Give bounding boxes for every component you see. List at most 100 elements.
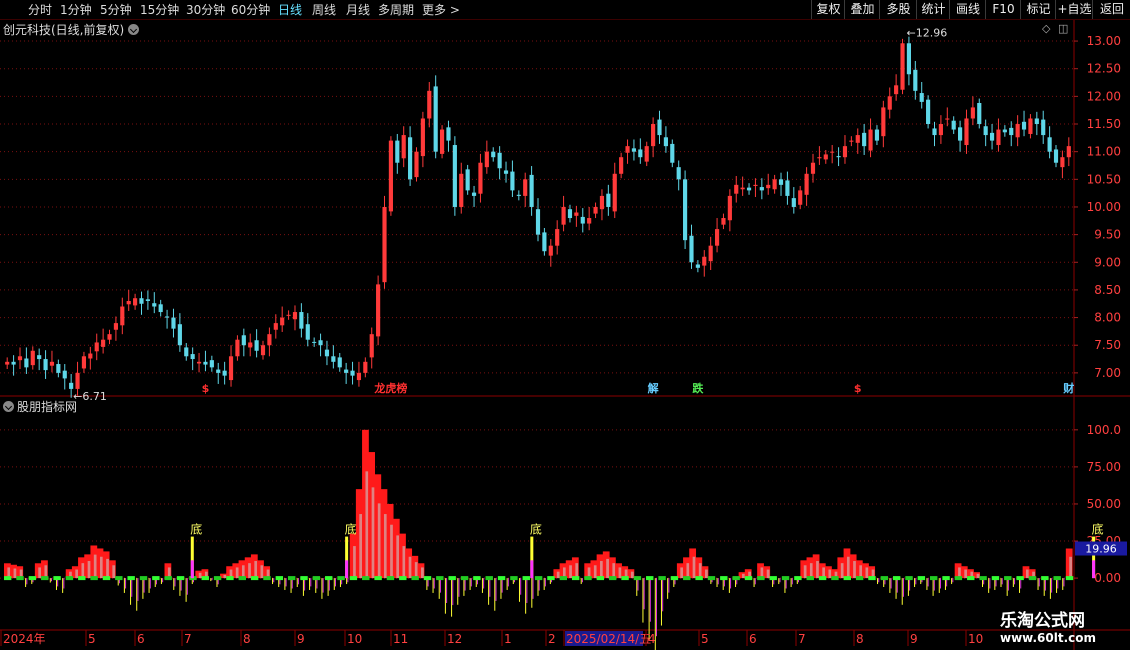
candle-body	[318, 340, 323, 346]
shade-bar	[1069, 556, 1072, 579]
y-tick-label: 9.00	[1094, 255, 1121, 269]
candle-body	[951, 120, 956, 130]
candle-body	[567, 209, 573, 219]
main-chart-title[interactable]: 创元科技(日线,前复权)	[3, 21, 140, 38]
shade-bar	[600, 561, 603, 579]
shade-bar	[414, 562, 418, 579]
candle-body	[714, 229, 720, 246]
event-marker: 解	[648, 381, 659, 395]
candle-body	[280, 317, 285, 326]
candle-body	[964, 118, 969, 146]
candle-body	[810, 162, 816, 174]
shade-bar	[353, 546, 356, 579]
candle-body	[459, 173, 464, 207]
candle-body	[497, 152, 502, 169]
candle-body	[919, 93, 924, 102]
zero-dash	[1028, 576, 1037, 581]
zero-dash	[695, 576, 703, 581]
candle-body	[996, 129, 1001, 146]
candle-body	[561, 206, 566, 225]
zero-dash	[349, 576, 358, 581]
candle-body	[516, 194, 521, 196]
shade-bar	[13, 568, 17, 579]
chevron-down-icon[interactable]	[3, 401, 14, 412]
candle-body	[312, 341, 317, 343]
shade-bar	[846, 556, 850, 579]
zero-dash	[720, 576, 728, 581]
zero-dash	[571, 576, 580, 581]
panel-toggle-icon[interactable]: ◫	[1058, 22, 1068, 35]
zero-dash	[584, 576, 592, 581]
shade-bar	[254, 561, 258, 579]
candle-body	[491, 151, 496, 158]
y-tick-label: 50.00	[1087, 497, 1121, 511]
zero-dash	[127, 576, 135, 581]
shade-bar	[260, 565, 264, 579]
zero-dash	[139, 576, 148, 581]
candle-body	[855, 135, 860, 143]
diamond-icon[interactable]: ◇	[1042, 22, 1050, 35]
candle-body	[1002, 129, 1007, 133]
candle-body	[503, 170, 509, 174]
candle-body	[363, 361, 368, 373]
candle-body	[1028, 118, 1033, 134]
zero-dash	[855, 576, 864, 581]
candle-body	[152, 303, 157, 307]
candle-body	[548, 245, 553, 256]
candle-body	[62, 370, 67, 379]
candle-body	[196, 361, 202, 364]
candle-body	[414, 151, 419, 178]
candle-body	[164, 316, 170, 318]
candle-body	[542, 232, 547, 252]
candle-body	[248, 342, 253, 348]
zero-dash	[559, 576, 568, 581]
candle-body	[382, 206, 387, 283]
x-tick-label: 12	[447, 632, 462, 646]
candle-body	[478, 162, 483, 194]
x-tick-label: 10	[968, 632, 983, 646]
zero-dash	[646, 576, 654, 581]
zero-dash	[892, 576, 901, 581]
candle-body	[376, 284, 381, 337]
candle-body	[593, 206, 598, 214]
zero-dash	[250, 576, 259, 581]
candle-body	[651, 124, 656, 147]
zero-dash	[460, 576, 469, 581]
zero-dash	[90, 576, 98, 581]
bottom-signal-bar	[345, 560, 349, 579]
zero-dash	[757, 576, 765, 581]
zero-dash	[497, 576, 506, 581]
candle-body	[887, 96, 892, 110]
candle-body	[56, 364, 61, 373]
zero-dash	[423, 576, 432, 581]
candle-body	[1060, 157, 1065, 168]
candle-body	[439, 129, 445, 154]
candle-body	[523, 179, 528, 196]
candle-body	[587, 218, 592, 224]
candle-body	[299, 312, 304, 329]
chevron-down-icon[interactable]	[128, 24, 140, 35]
candle-body	[446, 127, 451, 141]
candle-body	[369, 334, 374, 358]
y-tick-label: 10.00	[1087, 200, 1121, 214]
candle-body	[849, 140, 854, 142]
shade-bar	[618, 567, 622, 579]
candle-body	[171, 317, 176, 329]
candle-body	[631, 148, 637, 152]
candle-body	[989, 132, 995, 141]
zero-dash	[275, 576, 284, 581]
candle-body	[1066, 146, 1071, 158]
shade-bar	[223, 574, 227, 579]
zero-dash	[707, 576, 716, 581]
zero-dash	[325, 576, 333, 581]
zero-dash	[905, 576, 913, 581]
candle-body	[606, 193, 611, 207]
window-icons[interactable]: ◇ ◫	[1042, 22, 1068, 35]
zero-dash	[28, 576, 37, 581]
candle-body	[139, 298, 144, 304]
shade-bar	[198, 572, 202, 579]
candle-body	[69, 382, 74, 389]
zero-dash	[744, 576, 753, 581]
candle-body	[177, 324, 182, 346]
indicator-title[interactable]: 股朋指标网	[3, 398, 77, 415]
